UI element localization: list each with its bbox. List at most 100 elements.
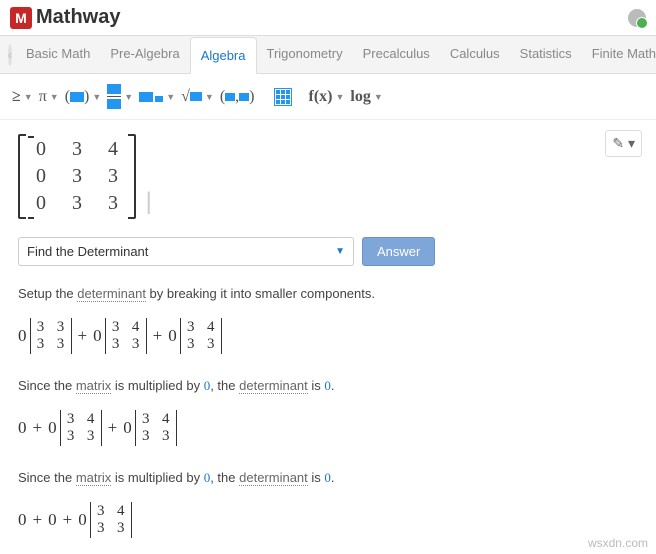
det-cell: 3 xyxy=(36,319,46,336)
det-cell: 3 xyxy=(111,336,121,353)
matrix-cell: 3 xyxy=(70,138,84,161)
tab-finite-math[interactable]: Finite Math xyxy=(582,36,656,73)
term-link[interactable]: determinant xyxy=(239,378,308,394)
text: is xyxy=(308,378,325,393)
math-expression: 0+03433+03433 xyxy=(0,404,656,461)
determinant: 3433 xyxy=(180,318,222,355)
text: is multiplied by xyxy=(111,378,203,393)
determinant: 3433 xyxy=(105,318,147,355)
answer-button[interactable]: Answer xyxy=(362,237,435,266)
tool-matrix-icon[interactable] xyxy=(272,84,294,110)
matrix-cell: 3 xyxy=(106,165,120,188)
tool-pi[interactable]: π▼ xyxy=(37,84,61,110)
tool-paren[interactable]: ()▼ xyxy=(63,84,104,110)
matrix-cell: 0 xyxy=(34,192,48,215)
user-avatar-icon[interactable] xyxy=(628,9,646,27)
tab-basic-math[interactable]: Basic Math xyxy=(16,36,100,73)
tab-precalculus[interactable]: Precalculus xyxy=(353,36,440,73)
operation-select[interactable]: Find the Determinant ▼ xyxy=(18,237,354,266)
det-cell: 3 xyxy=(96,520,106,537)
math-expression: 03333+03433+03433 xyxy=(0,312,656,369)
tab-calculus[interactable]: Calculus xyxy=(440,36,510,73)
coefficient: 0 xyxy=(168,326,177,346)
tab-trigonometry[interactable]: Trigonometry xyxy=(257,36,353,73)
det-cell: 3 xyxy=(111,319,121,336)
tab-algebra[interactable]: Algebra xyxy=(190,37,257,74)
matrix-cell: 3 xyxy=(70,192,84,215)
tab-pre-algebra[interactable]: Pre-Algebra xyxy=(100,36,189,73)
det-cell: 3 xyxy=(131,336,141,353)
watermark: wsxdn.com xyxy=(588,536,648,550)
coefficient: 0 xyxy=(123,418,132,438)
tab-statistics[interactable]: Statistics xyxy=(510,36,582,73)
tabs-prev-icon[interactable]: ‹ xyxy=(8,44,12,66)
det-cell: 3 xyxy=(96,503,106,520)
determinant: 3433 xyxy=(90,502,132,539)
edit-button[interactable]: ✎ ▾ xyxy=(605,130,642,157)
operator: + xyxy=(108,418,118,438)
det-cell: 3 xyxy=(56,319,66,336)
math-toolbar: ≥▼ π▼ ()▼ ▼ ▼ √▼ (,) f(x)▼ log▼ xyxy=(0,74,656,120)
matrix-cell: 0 xyxy=(34,165,48,188)
matrix-cell: 3 xyxy=(106,192,120,215)
operator: + xyxy=(33,510,43,530)
coefficient: 0 xyxy=(93,326,102,346)
tool-fraction[interactable]: ▼ xyxy=(105,80,135,113)
text: , the xyxy=(210,378,239,393)
operation-select-label: Find the Determinant xyxy=(27,244,148,259)
term-link[interactable]: determinant xyxy=(77,286,146,302)
determinant: 3433 xyxy=(60,410,102,447)
solution-step: Since the matrix is multiplied by 0, the… xyxy=(0,368,656,404)
det-cell: 3 xyxy=(161,428,171,445)
logo-icon: M xyxy=(10,7,32,29)
tool-fx[interactable]: f(x)▼ xyxy=(306,84,346,110)
term-link[interactable]: matrix xyxy=(76,470,111,486)
det-cell: 4 xyxy=(161,411,171,428)
matrix-row: 033 xyxy=(28,163,126,190)
problem-area: 034033033 | ✎ ▾ xyxy=(0,120,656,233)
subject-tabs: ‹ Basic MathPre-AlgebraAlgebraTrigonomet… xyxy=(0,36,656,74)
tool-exponent[interactable]: ▼ xyxy=(137,88,177,106)
det-cell: 3 xyxy=(66,411,76,428)
text: Setup the xyxy=(18,286,77,301)
det-cell: 4 xyxy=(206,319,216,336)
matrix-cell: 0 xyxy=(34,138,48,161)
coefficient: 0 xyxy=(48,418,57,438)
input-matrix[interactable]: 034033033 xyxy=(18,134,136,219)
coefficient: 0 xyxy=(78,510,87,530)
det-cell: 4 xyxy=(116,503,126,520)
tool-sqrt[interactable]: √▼ xyxy=(179,84,216,110)
coefficient: 0 xyxy=(48,510,57,530)
det-cell: 3 xyxy=(66,428,76,445)
operator: + xyxy=(63,510,73,530)
coefficient: 0 xyxy=(18,326,27,346)
tool-log[interactable]: log▼ xyxy=(348,84,384,110)
det-cell: 3 xyxy=(56,336,66,353)
text: Since the xyxy=(18,470,76,485)
matrix-cell: 3 xyxy=(70,165,84,188)
det-cell: 3 xyxy=(186,336,196,353)
det-cell: 3 xyxy=(206,336,216,353)
term-link[interactable]: determinant xyxy=(239,470,308,486)
det-cell: 3 xyxy=(186,319,196,336)
det-cell: 4 xyxy=(131,319,141,336)
text: Since the xyxy=(18,378,76,393)
operator: + xyxy=(153,326,163,346)
determinant: 3433 xyxy=(135,410,177,447)
solution-step: Since the matrix is multiplied by 0, the… xyxy=(0,460,656,496)
coefficient: 0 xyxy=(18,510,27,530)
math-expression: 0+0+03433 xyxy=(0,496,656,553)
determinant: 3333 xyxy=(30,318,72,355)
det-cell: 3 xyxy=(141,411,151,428)
action-row: Find the Determinant ▼ Answer xyxy=(0,233,656,276)
tool-interval[interactable]: (,) xyxy=(218,84,257,110)
brand-logo[interactable]: M Mathway xyxy=(10,6,120,29)
operator: + xyxy=(33,418,43,438)
cursor: | xyxy=(146,188,152,215)
term-link[interactable]: matrix xyxy=(76,378,111,394)
coefficient: 0 xyxy=(18,418,27,438)
matrix-cell: 4 xyxy=(106,138,120,161)
operator: + xyxy=(78,326,88,346)
text: . xyxy=(331,470,335,485)
tool-geq[interactable]: ≥▼ xyxy=(10,84,35,110)
